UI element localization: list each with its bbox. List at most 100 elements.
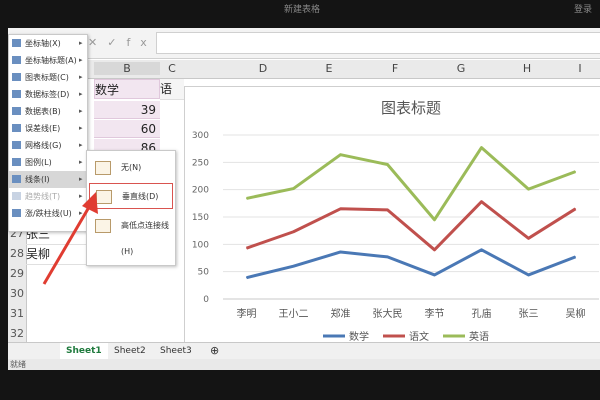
x-tick-label: 李明 [237, 307, 257, 320]
series-line-0 [246, 248, 577, 280]
data-point [528, 274, 529, 276]
menu-item-chart-title[interactable]: 图表标题(C) ▸ [9, 69, 87, 86]
data-point [340, 154, 341, 156]
column-header-b[interactable]: B [94, 62, 160, 75]
spreadsheet-window: ✕✓fx B C D E F G H I 数学 语 39 60 86 26 27… [8, 28, 600, 370]
column-header-i[interactable]: I [560, 62, 600, 75]
data-point [434, 274, 435, 276]
row-header[interactable]: 30 [8, 284, 27, 304]
data-point [528, 188, 529, 190]
column-header-d[interactable]: D [230, 62, 296, 75]
x-tick-label: 李节 [425, 307, 445, 320]
data-point [246, 197, 247, 199]
menu-item-legend[interactable]: 图例(L) ▸ [9, 154, 87, 171]
column-header-c[interactable]: C [160, 62, 184, 75]
fx-icon[interactable]: fx [126, 36, 156, 49]
add-sheet-icon[interactable]: ⊕ [204, 343, 225, 359]
no-lines-icon [95, 161, 111, 175]
submenu-arrow-icon: ▸ [79, 73, 83, 81]
chart-title: 图表标题 [381, 99, 441, 117]
x-tick-label: 吴柳 [566, 307, 586, 320]
status-bar: 就绪 [8, 359, 600, 370]
gridline-icon [12, 141, 21, 149]
submenu-arrow-icon: ▸ [79, 141, 83, 149]
menu-item-error-bars[interactable]: 误差线(E) ▸ [9, 120, 87, 137]
cell-b-value[interactable]: 60 [94, 120, 160, 138]
red-arrow-annotation [42, 192, 98, 285]
data-point [387, 256, 388, 258]
window-titlebar: 新建表格 登录 [0, 0, 600, 28]
submenu-arrow-icon: ▸ [79, 39, 83, 47]
data-point [481, 249, 482, 251]
login-link[interactable]: 登录 [574, 2, 592, 15]
x-tick-label: 郑准 [331, 307, 351, 320]
menu-item-data-labels[interactable]: 数据标签(D) ▸ [9, 86, 87, 103]
cell-c-header[interactable]: 语 [160, 79, 184, 100]
data-point [387, 209, 388, 211]
row-header[interactable]: 32 [8, 324, 27, 344]
error-bar-icon [12, 124, 21, 132]
sheet-tab-2[interactable]: Sheet2 [108, 343, 152, 359]
cancel-icon[interactable]: ✕ [88, 36, 107, 49]
data-point [434, 219, 435, 221]
legend-icon [12, 158, 21, 166]
column-header-h[interactable]: H [494, 62, 560, 75]
data-point [340, 251, 341, 253]
formula-bar: ✕✓fx [8, 28, 600, 59]
series-line-1 [246, 200, 577, 252]
formula-input[interactable] [156, 32, 600, 54]
y-tick-label: 0 [203, 295, 209, 305]
data-label-icon [12, 90, 21, 98]
line-chart[interactable]: 图表标题 0 50 100 150 200 250 300 李明 王小二 郑准 张大民 李节 孔庙 张三 吴柳… [184, 86, 600, 346]
column-header-g[interactable]: G [428, 62, 494, 75]
data-point [575, 208, 576, 210]
data-point [293, 188, 294, 190]
row-header[interactable]: 29 [8, 264, 27, 284]
data-point [246, 247, 247, 249]
data-point [575, 171, 576, 173]
x-tick-label: 孔庙 [472, 307, 492, 320]
axis-title-icon [12, 56, 21, 64]
submenu-arrow-icon: ▸ [79, 124, 83, 132]
column-header-e[interactable]: E [296, 62, 362, 75]
series-line-2 [246, 146, 577, 222]
menu-item-gridlines[interactable]: 网格线(G) ▸ [9, 137, 87, 154]
arrow-shaft [42, 201, 94, 285]
lines-icon [12, 175, 21, 183]
y-tick-label: 50 [198, 268, 210, 278]
cell-b-value[interactable]: 39 [94, 101, 160, 119]
up-down-bar-icon [12, 209, 21, 217]
data-table-icon [12, 107, 21, 115]
x-tick-label: 张大民 [373, 307, 403, 320]
y-tick-label: 200 [192, 186, 209, 196]
enter-icon[interactable]: ✓ [107, 36, 126, 49]
x-tick-label: 王小二 [279, 308, 309, 320]
menu-item-axis-titles[interactable]: 坐标轴标题(A) ▸ [9, 52, 87, 69]
submenu-arrow-icon: ▸ [79, 90, 83, 98]
column-header-f[interactable]: F [362, 62, 428, 75]
submenu-arrow-icon: ▸ [79, 158, 83, 166]
y-tick-label: 150 [192, 213, 209, 223]
y-tick-label: 300 [192, 131, 209, 141]
menu-item-axes[interactable]: 坐标轴(X) ▸ [9, 35, 87, 52]
cell-b-header[interactable]: 数学 [94, 79, 160, 99]
formula-buttons: ✕✓fx [88, 36, 157, 49]
sheet-tab-3[interactable]: Sheet3 [154, 343, 198, 359]
submenu-arrow-icon: ▸ [79, 56, 83, 64]
data-point [575, 256, 576, 258]
data-point [293, 265, 294, 267]
axes-icon [12, 39, 21, 47]
video-frame: 新建表格 登录 ✕✓fx B C D E F G H I 数学 语 39 60 … [0, 0, 600, 400]
trendline-icon [12, 192, 21, 200]
menu-item-data-table[interactable]: 数据表(B) ▸ [9, 103, 87, 120]
row-header[interactable]: 31 [8, 304, 27, 324]
row-header[interactable]: 28 [8, 244, 27, 264]
arrow-head [82, 192, 98, 214]
chart-canvas: 图表标题 0 50 100 150 200 250 300 李明 王小二 郑准 张大民 李节 孔庙 张三 吴柳… [192, 99, 599, 343]
data-point [340, 208, 341, 210]
y-tick-label: 250 [192, 158, 209, 168]
data-point [246, 277, 247, 279]
sheet-tab-bar: Sheet1 Sheet2 Sheet3 ⊕ [8, 342, 600, 361]
window-title: 新建表格 [284, 5, 321, 15]
submenu-item-none[interactable]: 无(N) [89, 155, 173, 181]
